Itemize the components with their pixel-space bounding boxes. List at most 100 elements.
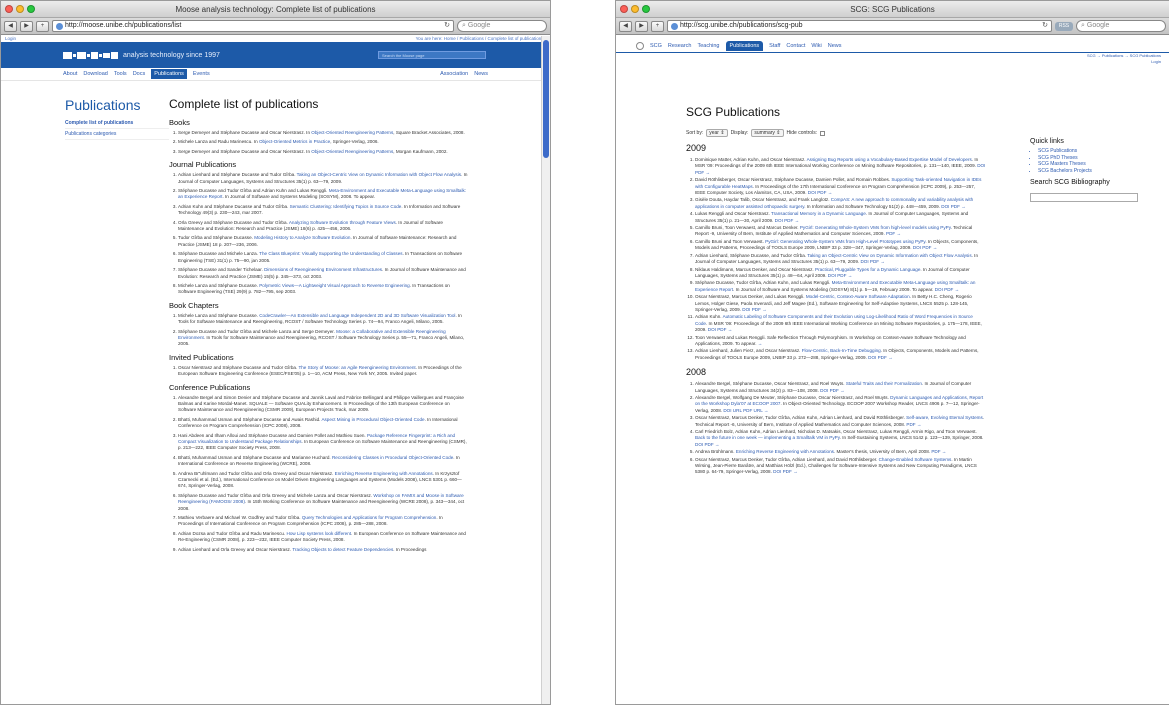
nav-association[interactable]: Association bbox=[440, 71, 468, 77]
publication-title-link[interactable]: Model-Centric, Context-Aware Software Ad… bbox=[806, 294, 910, 299]
nav-wiki[interactable]: Wiki bbox=[811, 43, 821, 49]
publication-venue-text: . In Journal of Software and Systems Mod… bbox=[733, 286, 935, 292]
doi-pdf-link[interactable]: PDF → bbox=[931, 449, 946, 454]
publication-title-link[interactable]: Taking an Object-Centric View on Dynamic… bbox=[297, 172, 461, 177]
publication-title-link[interactable]: Practical, Pluggable Types for a Dynamic… bbox=[815, 267, 920, 272]
back-button[interactable]: ◀ bbox=[4, 20, 17, 32]
publication-title-link[interactable]: How Lisp systems look different bbox=[287, 531, 352, 536]
display-select[interactable]: summary ⇕ bbox=[751, 129, 784, 137]
add-bookmark-button[interactable]: + bbox=[36, 20, 49, 32]
nav-download[interactable]: Download bbox=[83, 71, 107, 77]
doi-pdf-link[interactable]: DOI PDF → bbox=[742, 307, 767, 312]
publication-title-link[interactable]: Modeling History to Analyze Software Evo… bbox=[254, 235, 350, 240]
publication-title-link[interactable]: Transactional Memory in a Dynamic Langua… bbox=[771, 211, 866, 216]
publication-title-link[interactable]: PyGirl: Generating Whole-System VMs from… bbox=[800, 225, 951, 230]
publication-title-link[interactable]: Taking an Object-Centric View on Dynamic… bbox=[807, 253, 971, 258]
scrollbar[interactable] bbox=[541, 36, 550, 704]
sort-select[interactable]: year ⇕ bbox=[706, 129, 728, 137]
quick-link-bachelors-projects[interactable]: SCG Bachelors Projects bbox=[1038, 168, 1140, 175]
publication-title-link[interactable]: Analyzing Software Evolution through Fea… bbox=[289, 220, 396, 225]
doi-pdf-link[interactable]: DOI PDF → bbox=[708, 327, 733, 332]
google-search-field[interactable]: ⌕ Google bbox=[457, 20, 547, 32]
minimize-window-button[interactable] bbox=[631, 5, 639, 13]
address-bar[interactable]: http://scg.unibe.ch/publications/scg-pub… bbox=[667, 20, 1052, 32]
publication-title-link[interactable]: Enriching Reverse Engineering with Annot… bbox=[736, 449, 834, 454]
publication-title-link[interactable]: Back to the future in one week — impleme… bbox=[695, 435, 840, 440]
bibliography-search-input[interactable] bbox=[1030, 193, 1138, 202]
reload-icon[interactable]: ↻ bbox=[1042, 21, 1048, 31]
publication-title-link[interactable]: Semantic Clustering: Identifying Topics … bbox=[290, 204, 402, 209]
doi-pdf-link[interactable]: DOI PDF → bbox=[820, 388, 845, 393]
doi-pdf-link[interactable]: PDF → bbox=[906, 422, 921, 427]
section-heading: Book Chapters bbox=[169, 300, 219, 310]
forward-button[interactable]: ▶ bbox=[635, 20, 648, 32]
doi-pdf-link[interactable]: DOI PDF → bbox=[860, 259, 885, 264]
sidebar-item-categories[interactable]: Publications categories bbox=[65, 129, 169, 140]
doi-pdf-link[interactable]: DOI PDF → bbox=[935, 287, 960, 292]
doi-pdf-link[interactable]: DOI PDF → bbox=[695, 442, 720, 447]
nav-teaching[interactable]: Teaching bbox=[697, 43, 719, 49]
publication-title-link[interactable]: Object-Oriented Metrics in Practice bbox=[259, 139, 330, 144]
nav-news[interactable]: News bbox=[474, 71, 488, 77]
site-search-input[interactable]: Search the Moose page bbox=[378, 51, 486, 59]
publication-title-link[interactable]: Stateful Traits and their Formalization bbox=[846, 381, 922, 386]
nav-events[interactable]: Events bbox=[193, 71, 210, 77]
doi-pdf-link[interactable]: DOI PDF → bbox=[941, 204, 966, 209]
publication-title-link[interactable]: CodeCrawler—An Extensible and Language I… bbox=[259, 313, 455, 318]
doi-pdf-link[interactable]: PDF → bbox=[886, 231, 901, 236]
forward-button[interactable]: ▶ bbox=[20, 20, 33, 32]
publication-title-link[interactable]: The Class Blueprint: Visually Supporting… bbox=[259, 251, 402, 256]
doi-pdf-link[interactable]: DOI PDF → bbox=[775, 218, 800, 223]
reload-icon[interactable]: ↻ bbox=[444, 21, 450, 31]
nav-scg[interactable]: SCG bbox=[650, 43, 662, 49]
publication-title-link[interactable]: Aspect Mining in Procedural Object-Orien… bbox=[321, 417, 424, 422]
publication-title-link[interactable]: Object-Oriented Reengineering Patterns bbox=[311, 130, 393, 135]
nav-publications[interactable]: Publications bbox=[725, 40, 764, 51]
address-bar[interactable]: http://moose.unibe.ch/publications/list … bbox=[52, 20, 454, 32]
publication-title-link[interactable]: Enriching Reverse Engineering with Annot… bbox=[335, 471, 433, 476]
zoom-window-button[interactable] bbox=[642, 5, 650, 13]
doi-pdf-link[interactable]: DOI PDF → bbox=[773, 469, 798, 474]
publication-title-link[interactable]: Tracking Objects to detect Feature Depen… bbox=[292, 547, 393, 552]
doi-pdf-link[interactable]: DOI URL PDF URL → bbox=[723, 408, 768, 413]
add-bookmark-button[interactable]: + bbox=[651, 20, 664, 32]
publication-title-link[interactable]: Object-Oriented Reengineering Patterns bbox=[311, 149, 393, 154]
publication-title-link[interactable]: Polymetric Views—A Lightweight Visual Ap… bbox=[259, 283, 410, 288]
close-window-button[interactable] bbox=[620, 5, 628, 13]
nav-contact[interactable]: Contact bbox=[786, 43, 805, 49]
publication-title-link[interactable]: The Story of Moose: an Agile Reengineeri… bbox=[298, 365, 415, 370]
publication-title-link[interactable]: Self-aware, Evolving Eternal Systems bbox=[906, 415, 983, 420]
publication-title-link[interactable]: Assigning Bug Reports using a Vocabulary… bbox=[807, 157, 972, 162]
nav-about[interactable]: About bbox=[63, 71, 77, 77]
publication-title-link[interactable]: Flow-Centric, Back-In-Time Debugging bbox=[802, 348, 881, 353]
publication-title-link[interactable]: Change-Enabled Software Systems bbox=[879, 457, 952, 462]
nav-tools[interactable]: Tools bbox=[114, 71, 127, 77]
publication-title-link[interactable]: Dimensions of Reengineering Environment … bbox=[264, 267, 382, 272]
search-icon: ⌕ bbox=[462, 22, 466, 29]
nav-staff[interactable]: Staff bbox=[769, 43, 780, 49]
sidebar-item-complete-list[interactable]: Complete list of publications bbox=[65, 118, 169, 129]
scrollbar-thumb[interactable] bbox=[543, 40, 549, 158]
close-window-button[interactable] bbox=[5, 5, 13, 13]
publication-title-link[interactable]: Reconsidering Classes in Procedural Obje… bbox=[332, 455, 453, 460]
nav-research[interactable]: Research bbox=[668, 43, 692, 49]
nav-publications[interactable]: Publications bbox=[151, 69, 187, 79]
doi-pdf-link[interactable]: → bbox=[758, 341, 763, 346]
doi-pdf-link[interactable]: DOI PDF → bbox=[828, 273, 853, 278]
publication-title-link[interactable]: Query Technologies and Applications for … bbox=[302, 515, 437, 520]
login-link[interactable]: Login bbox=[5, 36, 16, 42]
nav-news[interactable]: News bbox=[828, 43, 842, 49]
doi-pdf-link[interactable]: DOI PDF → bbox=[808, 190, 833, 195]
publication-title-link[interactable]: PyGirl: Generating Whole-System VMs from… bbox=[765, 239, 925, 244]
google-search-field[interactable]: ⌕ Google bbox=[1076, 20, 1166, 32]
back-button[interactable]: ◀ bbox=[619, 20, 632, 32]
rss-button[interactable]: RSS bbox=[1055, 21, 1073, 31]
doi-pdf-link[interactable]: DOI PDF → bbox=[913, 245, 938, 250]
window-controls bbox=[620, 5, 650, 13]
zoom-window-button[interactable] bbox=[27, 5, 35, 13]
doi-pdf-link[interactable]: DOI PDF → bbox=[868, 355, 893, 360]
moose-logo[interactable]: analysis technology since 1997 bbox=[63, 51, 220, 59]
hide-controls-checkbox[interactable] bbox=[820, 130, 826, 136]
nav-docs[interactable]: Docs bbox=[133, 71, 146, 77]
minimize-window-button[interactable] bbox=[16, 5, 24, 13]
